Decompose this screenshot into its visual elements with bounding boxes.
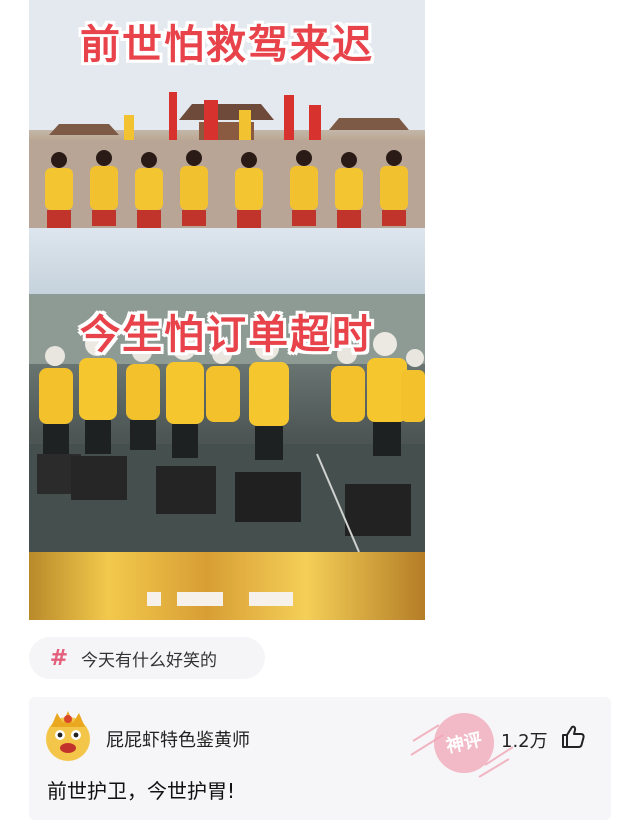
meme-blurred-strip [29,552,425,620]
comment-text: 前世护卫，今世护胃! [47,779,236,803]
caption-past-life: 前世怕救驾来迟 [80,22,374,68]
topic-tag[interactable]: # 今天有什么好笑的 [29,637,265,679]
topic-tag-label: 今天有什么好笑的 [81,650,217,671]
like-count: 1.2万 [501,731,548,752]
blur-block [249,592,293,606]
thumbs-up-icon[interactable] [560,724,586,750]
blur-block [147,592,161,606]
avatar[interactable] [41,709,95,763]
comment-username[interactable]: 屁屁虾特色鉴黄师 [106,726,250,752]
meme-divider [29,228,425,294]
caption-this-life: 今生怕订单超时 [80,312,374,358]
hot-comment-card[interactable]: 屁屁虾特色鉴黄师 神评 1.2万 前世护卫，今世护胃! [29,697,611,820]
meme-panel-guards: 前世怕救驾来迟 [29,0,425,228]
blur-block [177,592,223,606]
meme-image[interactable]: 前世怕救驾来迟 今生怕订单超时 [29,0,425,620]
meme-panel-riders: 今生怕订单超时 [29,294,425,552]
hash-icon: # [49,645,69,671]
